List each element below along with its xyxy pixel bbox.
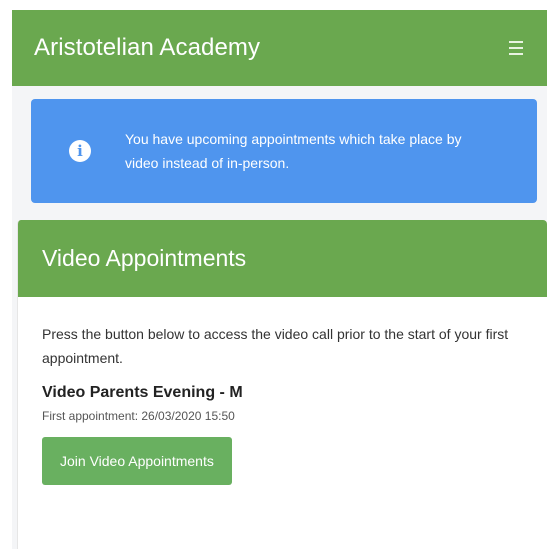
card-header: Video Appointments: [18, 220, 547, 297]
top-navbar: Aristotelian Academy: [12, 10, 547, 86]
card-title: Video Appointments: [42, 245, 247, 271]
app-frame: Aristotelian Academy i You have upcoming…: [12, 10, 547, 549]
card-description: Press the button below to access the vid…: [42, 326, 509, 366]
first-appointment-time: First appointment: 26/03/2020 15:50: [42, 409, 235, 423]
video-notice-alert: i You have upcoming appointments which t…: [31, 99, 537, 203]
alert-message: You have upcoming appointments which tak…: [125, 131, 462, 171]
info-icon: i: [69, 140, 91, 162]
event-name: Video Parents Evening - M: [42, 384, 243, 401]
join-video-appointments-button[interactable]: Join Video Appointments: [42, 437, 232, 485]
app-title: Aristotelian Academy: [34, 34, 261, 61]
card-body: Press the button below to access the vid…: [18, 297, 547, 510]
video-appointments-card: Video Appointments Press the button belo…: [17, 220, 547, 549]
hamburger-menu-icon[interactable]: [501, 33, 531, 63]
